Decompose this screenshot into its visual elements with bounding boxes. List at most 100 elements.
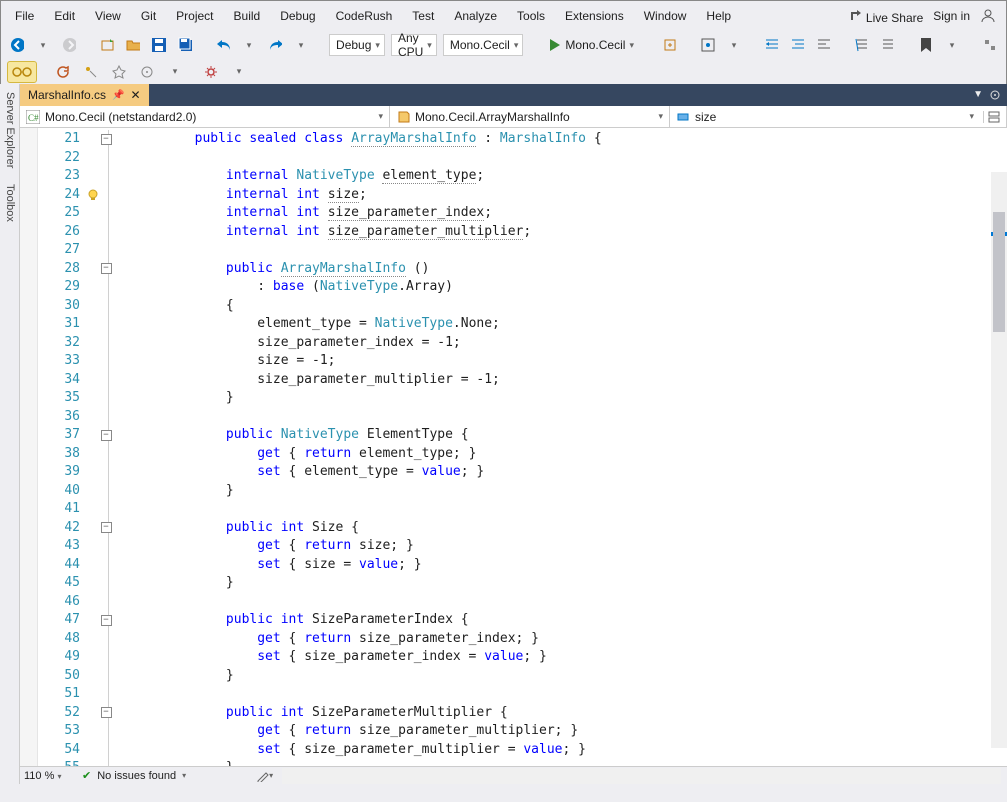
sign-in-button[interactable]: Sign in xyxy=(933,9,970,23)
comment-button[interactable] xyxy=(852,34,872,56)
csharp-icon: C# xyxy=(26,110,40,124)
coderush-toolbar: ▾ ▾ xyxy=(1,59,1006,85)
uncomment-button[interactable] xyxy=(878,34,898,56)
run-label: Mono.Cecil xyxy=(565,38,625,52)
issues-status[interactable]: ✔ No issues found ▾ xyxy=(74,769,194,782)
class-icon xyxy=(396,110,410,124)
undo-button[interactable] xyxy=(213,34,233,56)
play-icon xyxy=(549,39,561,51)
gear-button[interactable] xyxy=(201,61,221,83)
document-tab-label: MarshalInfo.cs xyxy=(28,88,106,102)
fold-toggle[interactable]: − xyxy=(101,430,112,441)
cr-btn-c[interactable] xyxy=(137,61,157,83)
pin-icon[interactable]: 📌 xyxy=(112,90,124,101)
fold-toggle[interactable]: − xyxy=(101,522,112,533)
bookmark-chev[interactable]: ▾ xyxy=(942,34,962,56)
field-icon xyxy=(676,110,690,124)
breakpoint-gutter[interactable] xyxy=(20,128,38,766)
nav-member-label: size xyxy=(695,110,716,124)
nav-fwd-button xyxy=(59,34,79,56)
cr-chev[interactable]: ▾ xyxy=(165,61,185,83)
cr-btn-b[interactable] xyxy=(109,61,129,83)
format-button[interactable] xyxy=(814,34,834,56)
startup-label: Mono.Cecil xyxy=(450,38,510,52)
menu-view[interactable]: View xyxy=(85,3,131,29)
scroll-thumb[interactable] xyxy=(993,212,1005,332)
tabwell-dropdown[interactable]: ▼ xyxy=(973,89,983,101)
startup-combo[interactable]: Mono.Cecil▾ xyxy=(443,34,524,56)
menu-coderush[interactable]: CodeRush xyxy=(326,3,403,29)
vertical-scrollbar[interactable] xyxy=(991,172,1007,748)
editor-footer: 110 % ▾ ✔ No issues found ▾ ▾ xyxy=(20,766,1007,784)
fold-toggle[interactable]: − xyxy=(101,134,112,145)
fold-toggle[interactable]: − xyxy=(101,263,112,274)
main-toolbar: ▾ ▾ ▾ Debug▾ Any CPU▾ Mono.Cecil▾ Mono.C… xyxy=(1,31,1006,59)
zoom-combo[interactable]: 110 % ▾ xyxy=(20,770,74,782)
nav-class-label: Mono.Cecil.ArrayMarshalInfo xyxy=(415,110,570,124)
svg-text:C#: C# xyxy=(28,113,39,123)
fold-toggle[interactable]: − xyxy=(101,615,112,626)
code-editor[interactable]: 2122232425262728293031323334353637383940… xyxy=(20,128,1007,766)
document-tab-well: MarshalInfo.cs 📌 ✕ ▼ xyxy=(20,84,1007,106)
menu-git[interactable]: Git xyxy=(131,3,166,29)
menu-window[interactable]: Window xyxy=(634,3,697,29)
menu-tools[interactable]: Tools xyxy=(507,3,555,29)
platform-combo[interactable]: Any CPU▾ xyxy=(391,34,437,56)
horizontal-scrollbar[interactable] xyxy=(282,768,1001,784)
live-share-label: Live Share xyxy=(866,11,923,25)
nav-project[interactable]: C# Mono.Cecil (netstandard2.0)▾ xyxy=(20,106,390,127)
menu-project[interactable]: Project xyxy=(166,3,223,29)
menu-edit[interactable]: Edit xyxy=(44,3,85,29)
nav-back-button[interactable] xyxy=(7,34,27,56)
start-button[interactable]: Mono.Cecil ▾ xyxy=(541,34,642,56)
indent-more-button[interactable] xyxy=(788,34,808,56)
bookmark-button[interactable] xyxy=(916,34,936,56)
fold-toggle[interactable]: − xyxy=(101,707,112,718)
config-combo[interactable]: Debug▾ xyxy=(329,34,385,56)
outline-gutter[interactable]: − − − − − − xyxy=(86,128,126,766)
toolbar-btn-b[interactable] xyxy=(698,34,718,56)
nav-class[interactable]: Mono.Cecil.ArrayMarshalInfo▾ xyxy=(390,106,670,127)
platform-label: Any CPU xyxy=(398,31,423,59)
toolbar-btn-a[interactable] xyxy=(660,34,680,56)
document-tab[interactable]: MarshalInfo.cs 📌 ✕ xyxy=(20,84,149,106)
menu-debug[interactable]: Debug xyxy=(270,3,325,29)
side-tab-toolbox[interactable]: Toolbox xyxy=(0,176,19,230)
new-project-button[interactable] xyxy=(97,34,117,56)
split-icon[interactable] xyxy=(983,111,1000,123)
refresh-button[interactable] xyxy=(53,61,73,83)
menu-extensions[interactable]: Extensions xyxy=(555,3,634,29)
menu-analyze[interactable]: Analyze xyxy=(444,3,507,29)
glasses-button[interactable] xyxy=(7,61,37,83)
nav-back-chev[interactable]: ▾ xyxy=(33,34,53,56)
toolbar-chev[interactable]: ▾ xyxy=(724,34,744,56)
editor-main: MarshalInfo.cs 📌 ✕ ▼ C# Mono.Cecil (nets… xyxy=(20,84,1007,784)
status-bar xyxy=(0,784,1007,802)
close-icon[interactable]: ✕ xyxy=(130,88,140,102)
code-text[interactable]: public sealed class ArrayMarshalInfo : M… xyxy=(126,128,1007,766)
gear-chev[interactable]: ▾ xyxy=(229,61,249,83)
toolbar-btn-c[interactable] xyxy=(980,34,1000,56)
tabwell-options[interactable] xyxy=(989,89,1001,101)
menu-help[interactable]: Help xyxy=(696,3,741,29)
side-tab-well: Server Explorer Toolbox xyxy=(0,84,20,784)
undo-chev[interactable]: ▾ xyxy=(239,34,259,56)
menu-test[interactable]: Test xyxy=(402,3,444,29)
nav-bar: C# Mono.Cecil (netstandard2.0)▾ Mono.Cec… xyxy=(20,106,1007,128)
redo-chev[interactable]: ▾ xyxy=(291,34,311,56)
menu-file[interactable]: File xyxy=(5,3,44,29)
save-button[interactable] xyxy=(149,34,169,56)
line-number-gutter: 2122232425262728293031323334353637383940… xyxy=(38,128,86,766)
live-share-icon xyxy=(847,7,863,23)
live-share-button[interactable]: Live Share xyxy=(847,7,924,25)
open-button[interactable] xyxy=(123,34,143,56)
nav-member[interactable]: size▾ xyxy=(670,106,1007,127)
cr-btn-a[interactable] xyxy=(81,61,101,83)
side-tab-server-explorer[interactable]: Server Explorer xyxy=(0,84,19,176)
redo-button[interactable] xyxy=(265,34,285,56)
user-icon[interactable] xyxy=(980,8,996,24)
save-all-button[interactable] xyxy=(175,34,195,56)
issues-label: No issues found xyxy=(97,770,176,782)
menu-build[interactable]: Build xyxy=(224,3,271,29)
indent-less-button[interactable] xyxy=(762,34,782,56)
